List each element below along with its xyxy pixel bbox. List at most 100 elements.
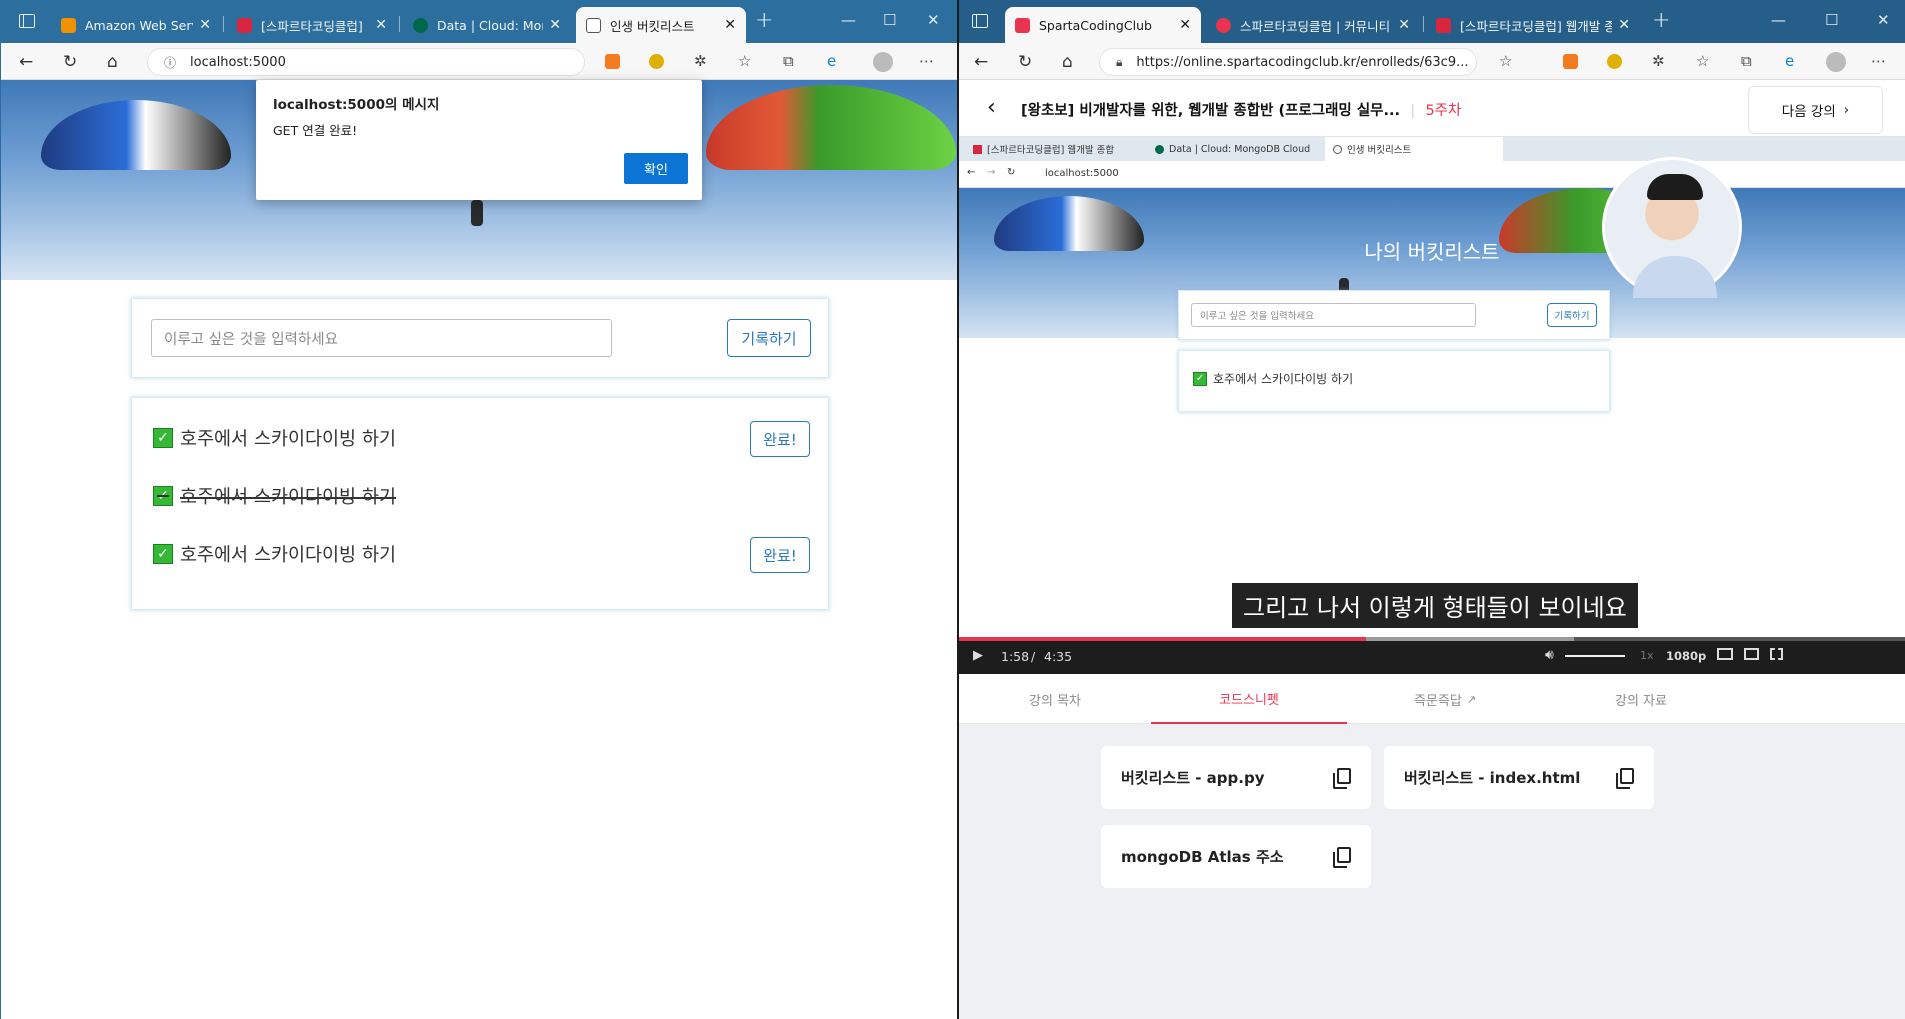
minimize-icon[interactable]: —	[1771, 11, 1786, 29]
url-field[interactable]: 🔒︎ https://online.spartacodingclub.kr/en…	[1099, 48, 1477, 76]
more-icon[interactable]: ⋯	[919, 52, 934, 70]
extension-icon[interactable]	[605, 54, 620, 69]
back-icon[interactable]: ←	[974, 52, 988, 72]
inner-tab-label: Data | Cloud: MongoDB Cloud	[1169, 143, 1311, 155]
refresh-icon[interactable]: ↻	[1018, 52, 1032, 72]
new-tab-icon[interactable]: +	[755, 8, 773, 33]
page-favicon-icon	[586, 17, 601, 33]
inner-tab: 인생 버킷리스트	[1325, 137, 1503, 161]
tab-label: Data | Cloud: Mongo	[437, 17, 543, 33]
tab-actions-icon[interactable]	[19, 14, 35, 28]
volume-icon[interactable]: 🔊︎	[1545, 647, 1554, 663]
video-inner-address: ← → ↻ localhost:5000	[959, 161, 1905, 188]
home-icon[interactable]: ⌂	[107, 52, 118, 72]
edge-icon[interactable]: e	[827, 52, 836, 70]
favorites-icon[interactable]: ☆	[738, 52, 751, 70]
tab-qna[interactable]: 즉문즉답 ↗	[1347, 674, 1543, 724]
window-close-icon[interactable]: ✕	[927, 11, 940, 29]
tab-contents[interactable]: 강의 목차	[959, 674, 1151, 724]
extension-icon[interactable]	[649, 54, 664, 69]
close-icon[interactable]: ✕	[1398, 17, 1410, 33]
collections-icon[interactable]: ⧉	[1741, 52, 1752, 70]
window-close-icon[interactable]: ✕	[1877, 11, 1890, 29]
tab-community[interactable]: 스파르타코딩클럽 | 커뮤니티 ✕	[1206, 7, 1420, 43]
snippet-title: mongoDB Atlas 주소	[1121, 848, 1284, 866]
time-separator: /	[1031, 649, 1036, 664]
right-tab-bar: SpartaCodingClub ✕ 스파르타코딩클럽 | 커뮤니티 ✕ [스파…	[959, 0, 1905, 43]
pip-icon[interactable]	[1744, 648, 1759, 660]
subtitles-icon[interactable]	[1717, 648, 1733, 660]
close-icon[interactable]: ✕	[1179, 17, 1191, 33]
maximize-icon[interactable]: ☐	[883, 11, 896, 29]
close-icon[interactable]: ✕	[1618, 17, 1630, 33]
maximize-icon[interactable]: ☐	[1825, 11, 1838, 29]
tab-mongodb[interactable]: Data | Cloud: Mongo ✕	[403, 7, 571, 43]
tab-aws[interactable]: Amazon Web Servic ✕	[51, 7, 221, 43]
new-tab-icon[interactable]: +	[1652, 8, 1670, 33]
close-icon[interactable]: ✕	[549, 17, 561, 33]
extension-icon[interactable]	[1563, 54, 1578, 69]
copy-icon[interactable]	[1616, 768, 1634, 789]
tab-materials[interactable]: 강의 자료	[1543, 674, 1739, 724]
profile-avatar[interactable]	[873, 52, 893, 72]
more-icon[interactable]: ⋯	[1871, 52, 1886, 70]
video-controls: ▶ 1:58 / 4:35 🔊︎ 1x 1080p	[959, 637, 1905, 674]
speed-setting[interactable]: 1x	[1640, 649, 1654, 662]
snippet-card[interactable]: 버킷리스트 - app.py	[1101, 746, 1371, 809]
favorites-icon[interactable]: ☆	[1696, 52, 1709, 70]
progress-bar[interactable]	[959, 637, 1905, 641]
record-button[interactable]: 기록하기	[727, 319, 811, 357]
extension-icon[interactable]	[1607, 54, 1622, 69]
extensions-icon[interactable]: ✲	[694, 52, 707, 70]
back-icon[interactable]: ←	[19, 52, 33, 72]
quality-setting[interactable]: 1080p	[1666, 649, 1706, 663]
subtitle-caption: 그리고 나서 이렇게 형태들이 보이네요	[1232, 583, 1638, 628]
fullscreen-icon[interactable]	[1770, 648, 1783, 660]
profile-avatar[interactable]	[1826, 52, 1846, 72]
tab-actions-icon[interactable]	[972, 14, 988, 28]
item-text: 호주에서 스카이다이빙 하기	[180, 545, 397, 566]
video-bucket-input: 이루고 싶은 것을 입력하세요	[1191, 303, 1476, 327]
done-button[interactable]: 완료!	[750, 421, 810, 457]
copy-icon[interactable]	[1333, 847, 1351, 868]
edge-icon[interactable]: e	[1785, 52, 1794, 70]
close-icon[interactable]: ✕	[199, 17, 211, 33]
home-icon[interactable]: ⌂	[1062, 52, 1073, 72]
favorites-add-icon[interactable]: ☆	[1499, 52, 1512, 70]
collections-icon[interactable]: ⧉	[783, 52, 794, 70]
next-lecture-button[interactable]: 다음 강의 ›	[1748, 86, 1883, 134]
refresh-icon[interactable]: ↻	[63, 52, 77, 72]
extensions-icon[interactable]: ✲	[1652, 52, 1665, 70]
video-player[interactable]: [스파르타코딩클럽] 웹개발 종합 Data | Cloud: MongoDB …	[959, 137, 1905, 674]
url-field[interactable]: ⓘ localhost:5000	[147, 48, 585, 76]
snippet-card[interactable]: mongoDB Atlas 주소	[1101, 825, 1371, 888]
close-icon[interactable]: ✕	[375, 17, 387, 33]
parachute-image	[41, 100, 231, 170]
aws-favicon-icon	[61, 17, 76, 33]
minimize-icon[interactable]: —	[841, 11, 856, 29]
input-placeholder: 이루고 싶은 것을 입력하세요	[164, 331, 338, 348]
dialog-ok-button[interactable]: 확인	[624, 153, 688, 184]
lecture-subtabs: 강의 목차 코드스니펫 즉문즉답 ↗ 강의 자료	[959, 674, 1905, 724]
tab-sparta[interactable]: [스파르타코딩클럽] ✕	[227, 7, 397, 43]
bucket-input[interactable]: 이루고 싶은 것을 입력하세요	[151, 319, 612, 357]
tab-label: 인생 버킷리스트	[610, 18, 695, 34]
snippet-card[interactable]: 버킷리스트 - index.html	[1384, 746, 1654, 809]
info-icon[interactable]: ⓘ	[164, 54, 176, 71]
play-icon[interactable]: ▶	[973, 648, 983, 663]
tab-code-snippets[interactable]: 코드스니펫	[1151, 674, 1347, 724]
tab-spartacodingclub[interactable]: SpartaCodingClub ✕	[1005, 7, 1201, 43]
tab-bucketlist[interactable]: 인생 버킷리스트 ✕	[576, 7, 746, 43]
close-icon[interactable]: ✕	[724, 17, 736, 33]
done-button[interactable]: 완료!	[750, 537, 810, 573]
external-link-icon: ↗	[1466, 692, 1477, 706]
check-icon: ✓	[1193, 371, 1207, 386]
lock-icon[interactable]: 🔒︎	[1116, 55, 1122, 70]
tab-sparta-course[interactable]: [스파르타코딩클럽] 웹개발 종합 ✕	[1426, 7, 1640, 43]
copy-icon[interactable]	[1333, 768, 1351, 789]
mongodb-favicon-icon	[413, 17, 428, 33]
volume-slider[interactable]	[1565, 655, 1625, 657]
back-chevron-icon[interactable]: ‹	[987, 95, 996, 120]
left-browser-window: Amazon Web Servic ✕ [스파르타코딩클럽] ✕ Data | …	[0, 0, 957, 1019]
check-icon: ✓	[153, 486, 173, 506]
